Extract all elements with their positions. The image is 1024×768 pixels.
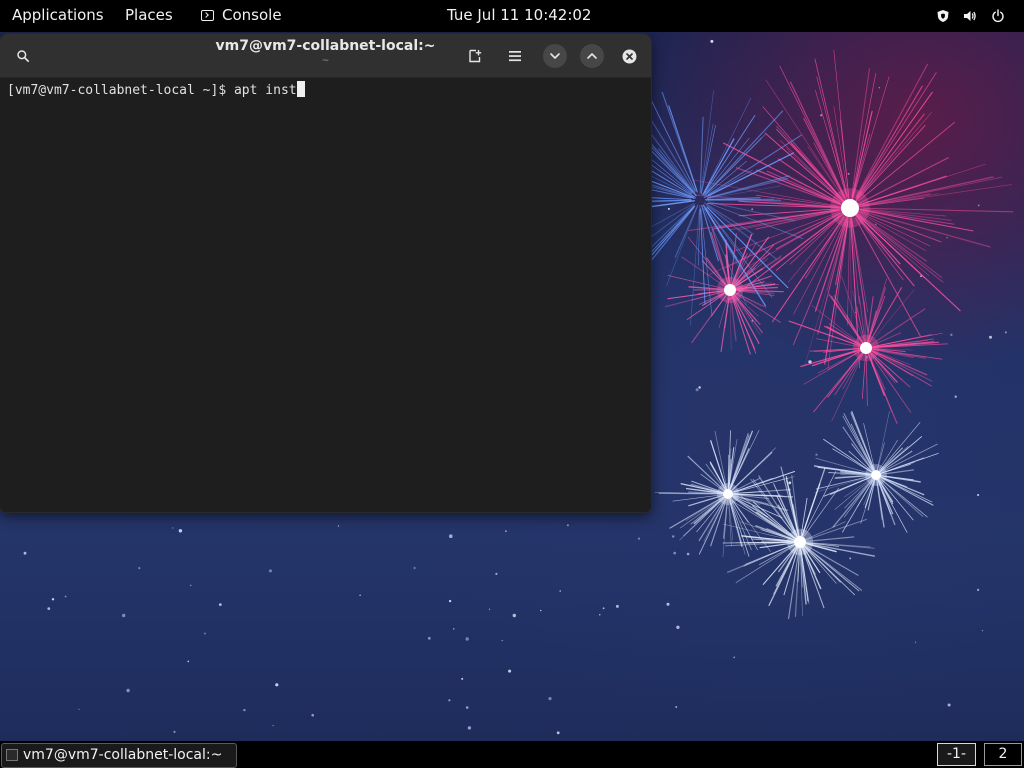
main-menu-button[interactable] xyxy=(503,44,527,68)
terminal-window[interactable]: vm7@vm7-collabnet-local:~ ~ [vm7@vm7-col… xyxy=(0,34,651,512)
new-tab-icon xyxy=(469,49,482,63)
clock[interactable]: Tue Jul 11 10:42:02 xyxy=(447,0,591,32)
console-app-menu[interactable]: Console xyxy=(201,0,282,32)
taskbar-window-label: vm7@vm7-collabnet-local:~ xyxy=(23,747,223,763)
bottom-panel: vm7@vm7-collabnet-local:~ -1- 2 xyxy=(0,741,1024,768)
new-tab-button[interactable] xyxy=(463,44,487,68)
shell-prompt: [vm7@vm7-collabnet-local ~]$ xyxy=(7,83,234,98)
workspace-1-button[interactable]: -1- xyxy=(937,743,976,766)
search-button[interactable] xyxy=(11,44,35,68)
search-icon xyxy=(17,50,30,63)
volume-icon[interactable] xyxy=(963,9,977,23)
places-menu[interactable]: Places xyxy=(125,0,173,32)
hamburger-menu-icon xyxy=(509,51,521,62)
chevron-down-icon xyxy=(550,53,560,59)
typed-command: apt inst xyxy=(233,83,297,98)
maximize-button[interactable] xyxy=(580,44,604,68)
close-button[interactable] xyxy=(617,44,641,68)
close-icon xyxy=(622,49,636,63)
chevron-up-icon xyxy=(587,53,597,59)
workspace-2-button[interactable]: 2 xyxy=(984,743,1022,766)
terminal-icon xyxy=(6,749,18,761)
terminal-output-area[interactable]: [vm7@vm7-collabnet-local ~]$ apt inst xyxy=(0,78,651,512)
console-menu-label: Console xyxy=(222,6,282,24)
text-cursor xyxy=(296,81,305,97)
applications-menu[interactable]: Applications xyxy=(12,0,104,32)
minimize-button[interactable] xyxy=(543,44,567,68)
power-icon[interactable] xyxy=(991,9,1005,23)
console-icon xyxy=(201,10,214,21)
terminal-headerbar[interactable]: vm7@vm7-collabnet-local:~ ~ xyxy=(0,34,651,78)
shield-icon[interactable] xyxy=(936,9,950,23)
command-line[interactable]: [vm7@vm7-collabnet-local ~]$ apt inst xyxy=(7,81,305,100)
taskbar-window-button[interactable]: vm7@vm7-collabnet-local:~ xyxy=(1,743,237,768)
top-panel: Applications Places Console Tue Jul 11 1… xyxy=(0,0,1024,32)
